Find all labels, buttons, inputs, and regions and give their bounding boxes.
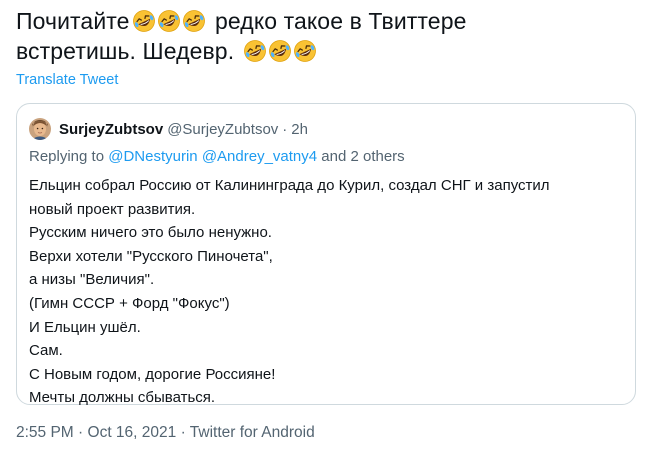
quoted-author-handle[interactable]: @SurjeyZubtsov [167,121,278,138]
quoted-line: (Гимн СССР + Форд "Фокус") [29,294,230,312]
tweet-text-end: встретишь. Шедевр. [16,38,241,64]
quoted-line: новый проект развития. [29,200,196,218]
quoted-line: Русским ничего это было ненужно. [29,224,272,242]
quoted-line: С Новым годом, дорогие Россияне! [29,365,276,383]
rolling-on-floor-laughing-icon [132,9,156,33]
rolling-on-floor-laughing-icon [157,9,181,33]
tweet-text-start: Почитайте [16,8,130,34]
quoted-line: а низы "Величия". [29,271,155,289]
mention-link[interactable]: @DNestyurin [108,148,197,165]
quoted-line: Верхи хотели "Русского Пиночета", [29,247,273,265]
tweet-metadata: 2:55 PM · Oct 16, 2021 · Twitter for And… [16,424,315,442]
meta-separator: · [176,424,190,441]
tweet-text-continuation: редко такое в Твиттере [208,8,467,34]
quoted-line: Сам. [29,342,63,360]
rolling-on-floor-laughing-icon [182,9,206,33]
tweet-text-line-1: Почитайте редко такое в Твиттере [16,6,646,36]
replying-to: Replying to @DNestyurin @Andrey_vatny4 a… [29,148,405,165]
tweet-text: Почитайте редко такое в Твиттере встрети… [16,6,646,66]
tweet-source[interactable]: Twitter for Android [190,424,315,441]
quoted-line: Мечты должны сбываться. [29,389,216,407]
mention-link[interactable]: @Andrey_vatny4 [202,148,317,165]
emoji-group-1 [132,9,207,33]
meta-separator: · [73,424,88,441]
tweet-text-line-2: встретишь. Шедевр. [16,36,646,66]
tweet-time[interactable]: 2:55 PM [16,424,74,441]
quoted-post-time[interactable]: 2h [291,121,308,138]
header-separator: · [282,120,288,138]
translate-tweet-link[interactable]: Translate Tweet [16,72,118,88]
quoted-tweet-header: SurjeyZubtsov @SurjeyZubtsov · 2h [29,116,308,142]
quoted-tweet-card[interactable]: SurjeyZubtsov @SurjeyZubtsov · 2h Replyi… [16,103,636,406]
replying-suffix[interactable]: and 2 others [317,148,404,165]
tweet-date[interactable]: Oct 16, 2021 [88,424,177,441]
quoted-tweet-body: Ельцин собрал Россию от Калининграда до … [29,174,619,410]
rolling-on-floor-laughing-icon [243,39,267,63]
avatar[interactable] [29,118,51,140]
quoted-author-name[interactable]: SurjeyZubtsov [59,121,163,138]
rolling-on-floor-laughing-icon [293,39,317,63]
rolling-on-floor-laughing-icon [268,39,292,63]
quoted-line: И Ельцин ушёл. [29,318,141,336]
emoji-group-2 [243,39,318,63]
quoted-line: Ельцин собрал Россию от Калининграда до … [29,177,550,194]
replying-prefix: Replying to [29,148,109,165]
